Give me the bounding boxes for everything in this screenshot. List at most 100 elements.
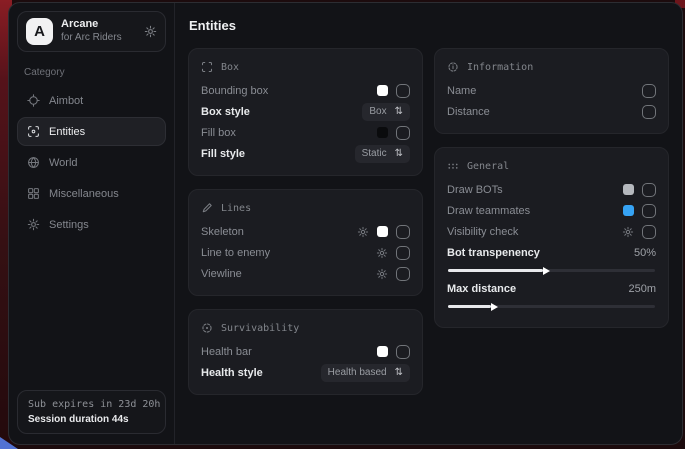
row-label: Draw teammates <box>447 205 530 217</box>
visibility-config-gear-icon[interactable] <box>622 226 634 238</box>
grid-icon <box>27 187 40 200</box>
row-label: Skeleton <box>201 226 244 238</box>
sidebar: A Arcane for Arc Riders Category Aimbot <box>9 3 175 444</box>
color-swatch[interactable] <box>377 226 388 237</box>
max-distance-slider-block: Max distance 250m <box>447 280 656 308</box>
panel-survivability-header: Survivability <box>201 322 410 334</box>
row-line-to-enemy: Line to enemy <box>201 242 410 263</box>
row-fill-style: Fill style Static ⇅ <box>201 143 410 164</box>
max-distance-slider[interactable] <box>448 305 655 308</box>
main-content: Entities Box Bounding box <box>175 3 682 444</box>
app-logo: A <box>26 18 53 45</box>
bounding-box-checkbox[interactable] <box>396 84 410 98</box>
draw-teammates-checkbox[interactable] <box>642 204 656 218</box>
brand-card: A Arcane for Arc Riders <box>17 11 166 52</box>
panel-general: General Draw BOTs Draw teammates <box>434 147 669 328</box>
sidebar-item-aimbot[interactable]: Aimbot <box>17 86 166 115</box>
sub-expiry-text: Sub expires in 23d 20h <box>28 399 155 410</box>
row-label: Fill style <box>201 148 245 160</box>
fill-style-dropdown[interactable]: Static ⇅ <box>355 145 410 163</box>
box-brackets-icon <box>201 61 213 73</box>
sidebar-item-entities[interactable]: Entities <box>17 117 166 146</box>
distance-checkbox[interactable] <box>642 105 656 119</box>
category-label: Category <box>24 67 159 78</box>
row-label: Bot transpenency <box>447 247 540 259</box>
sidebar-item-label: Settings <box>49 219 89 231</box>
color-swatch[interactable] <box>377 127 388 138</box>
row-label: Distance <box>447 106 490 118</box>
panel-title: Information <box>467 62 533 73</box>
row-health-bar: Health bar <box>201 341 410 362</box>
panel-information-header: Information <box>447 61 656 73</box>
color-swatch[interactable] <box>377 85 388 96</box>
row-fill-box: Fill box <box>201 122 410 143</box>
row-label: Bounding box <box>201 85 268 97</box>
health-style-dropdown[interactable]: Health based ⇅ <box>321 364 410 382</box>
bot-transparency-slider[interactable] <box>448 269 655 272</box>
dots-grid-icon <box>447 160 459 172</box>
draw-bots-checkbox[interactable] <box>642 183 656 197</box>
row-box-style: Box style Box ⇅ <box>201 101 410 122</box>
row-visibility-check: Visibility check <box>447 221 656 242</box>
skeleton-config-gear-icon[interactable] <box>357 226 369 238</box>
row-label: Line to enemy <box>201 247 270 259</box>
left-column: Box Bounding box Box style Box <box>188 48 423 395</box>
panel-information: Information Name Distance <box>434 48 669 134</box>
slider-value: 50% <box>634 247 656 259</box>
viewline-checkbox[interactable] <box>396 267 410 281</box>
color-swatch[interactable] <box>377 346 388 357</box>
bot-transparency-slider-block: Bot transpenency 50% <box>447 244 656 272</box>
row-health-style: Health style Health based ⇅ <box>201 362 410 383</box>
settings-gear-icon[interactable] <box>144 25 157 38</box>
crosshair-icon <box>27 94 40 107</box>
panel-general-header: General <box>447 160 656 172</box>
sidebar-item-settings[interactable]: Settings <box>17 210 166 239</box>
sidebar-item-world[interactable]: World <box>17 148 166 177</box>
line-to-enemy-config-gear-icon[interactable] <box>376 247 388 259</box>
dropdown-value: Health based <box>328 367 387 378</box>
dropdown-value: Static <box>362 148 387 159</box>
row-label: Max distance <box>447 283 516 295</box>
panel-survivability: Survivability Health bar Health style <box>188 309 423 395</box>
updown-arrows-icon: ⇅ <box>395 149 403 159</box>
slider-fill <box>448 305 491 308</box>
line-to-enemy-checkbox[interactable] <box>396 246 410 260</box>
row-distance: Distance <box>447 101 656 122</box>
row-skeleton: Skeleton <box>201 221 410 242</box>
sidebar-item-miscellaneous[interactable]: Miscellaneous <box>17 179 166 208</box>
globe-icon <box>27 156 40 169</box>
arcane-overlay-window: A Arcane for Arc Riders Category Aimbot <box>8 2 683 445</box>
health-bar-checkbox[interactable] <box>396 345 410 359</box>
row-draw-teammates: Draw teammates <box>447 200 656 221</box>
gear-icon <box>27 218 40 231</box>
row-label: Viewline <box>201 268 242 280</box>
visibility-check-checkbox[interactable] <box>642 225 656 239</box>
row-name: Name <box>447 80 656 101</box>
panel-lines: Lines Skeleton <box>188 189 423 296</box>
panel-box: Box Bounding box Box style Box <box>188 48 423 176</box>
fill-box-checkbox[interactable] <box>396 126 410 140</box>
row-label: Visibility check <box>447 226 518 238</box>
scan-icon <box>27 125 40 138</box>
panel-lines-header: Lines <box>201 202 410 214</box>
row-viewline: Viewline <box>201 263 410 284</box>
updown-arrows-icon: ⇅ <box>395 368 403 378</box>
session-duration-text: Session duration 44s <box>28 414 155 425</box>
color-swatch[interactable] <box>623 184 634 195</box>
box-style-dropdown[interactable]: Box ⇅ <box>362 103 410 121</box>
updown-arrows-icon: ⇅ <box>395 107 403 117</box>
row-label: Draw BOTs <box>447 184 503 196</box>
sidebar-item-label: World <box>49 157 78 169</box>
color-swatch[interactable] <box>623 205 634 216</box>
row-label: Health bar <box>201 346 252 358</box>
row-label: Box style <box>201 106 250 118</box>
viewline-config-gear-icon[interactable] <box>376 268 388 280</box>
skeleton-checkbox[interactable] <box>396 225 410 239</box>
dropdown-value: Box <box>369 106 386 117</box>
panel-title: General <box>467 161 509 172</box>
row-label: Health style <box>201 367 263 379</box>
name-checkbox[interactable] <box>642 84 656 98</box>
app-name: Arcane <box>61 18 122 32</box>
panel-title: Box <box>221 62 239 73</box>
slider-value: 250m <box>628 283 656 295</box>
